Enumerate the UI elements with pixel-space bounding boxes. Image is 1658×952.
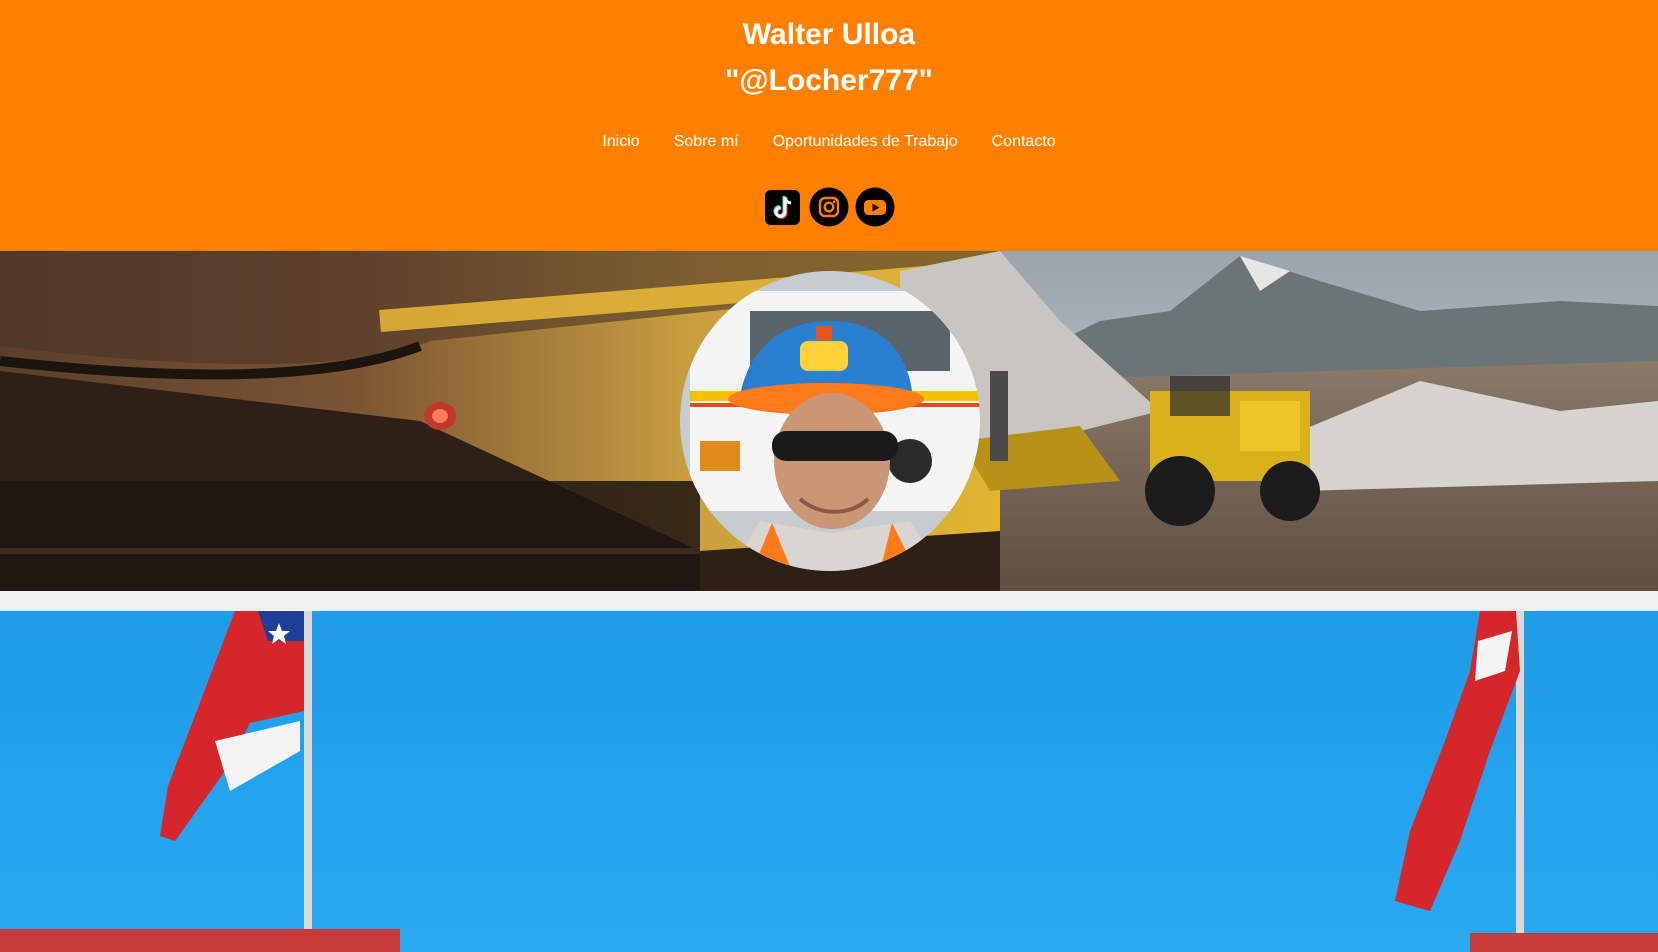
profile-avatar: [680, 271, 980, 571]
nav-item-inicio[interactable]: Inicio: [602, 133, 639, 151]
section-divider: [0, 591, 1658, 611]
main-nav: Inicio Sobre mí Oportunidades de Trabajo…: [0, 133, 1658, 151]
tiktok-link[interactable]: [763, 187, 803, 227]
nav-item-sobre-mi[interactable]: Sobre mí: [674, 133, 739, 151]
hero-image: [0, 611, 1658, 952]
chilean-flags-image: [0, 611, 1658, 952]
social-links: [0, 187, 1658, 227]
youtube-link[interactable]: [855, 187, 895, 227]
instagram-icon[interactable]: [809, 187, 849, 227]
tiktok-icon[interactable]: [763, 187, 803, 227]
nav-item-oportunidades[interactable]: Oportunidades de Trabajo: [773, 133, 958, 151]
site-title-name: Walter Ulloa: [742, 18, 916, 51]
site-header: Walter Ulloa "@Locher777" Inicio Sobre m…: [0, 0, 1658, 251]
site-title: Walter Ulloa "@Locher777": [0, 12, 1658, 104]
profile-photo: [680, 271, 980, 571]
site-title-handle: "@Locher777": [725, 64, 933, 97]
instagram-link[interactable]: [809, 187, 849, 227]
youtube-icon[interactable]: [855, 187, 895, 227]
nav-item-contacto[interactable]: Contacto: [992, 133, 1056, 151]
